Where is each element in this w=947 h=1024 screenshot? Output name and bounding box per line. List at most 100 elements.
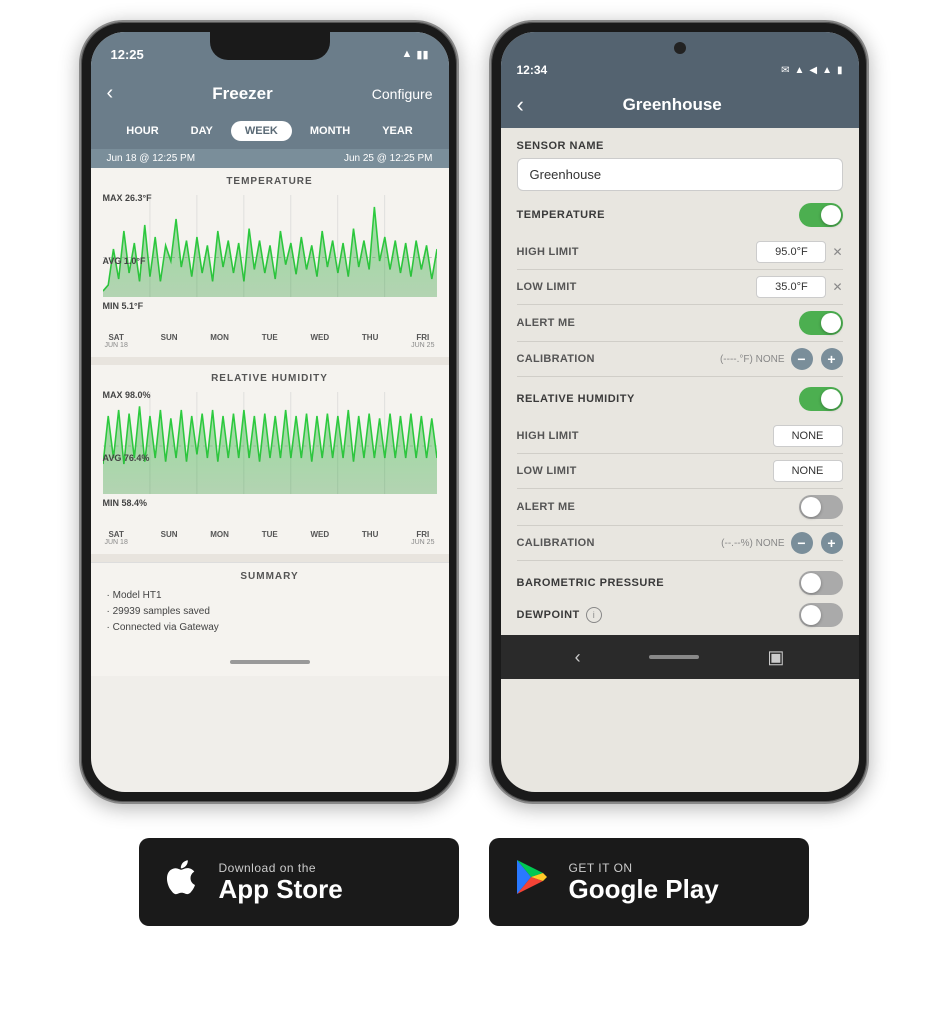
time-hour-button[interactable]: HOUR [112,121,172,141]
rh-low-limit-row: LOW LIMIT NONE [517,454,843,489]
temp-avg-label: AVG 1.0°F [103,256,146,266]
high-limit-value: 95.0°F ✕ [756,241,842,263]
dewpoint-info-icon[interactable]: i [586,607,602,623]
rh-low-limit-box[interactable]: NONE [773,460,843,482]
android-notify-icon: ▲ [794,65,804,76]
temp-chart-label: TEMPERATURE [103,176,437,187]
android-recents-button[interactable]: ▣ [767,647,784,668]
h-day-sun: SUN [161,530,178,546]
time-month-button[interactable]: MONTH [296,121,364,141]
sensor-name-input[interactable] [517,158,843,191]
rh-low-limit-value: NONE [773,460,843,482]
android-back-nav-button[interactable]: ‹ [575,647,581,668]
high-limit-clear[interactable]: ✕ [832,245,842,259]
rh-high-limit-row: HIGH LIMIT NONE [517,419,843,454]
alert-me-toggle[interactable] [799,311,843,335]
rh-calibration-label: CALIBRATION [517,537,595,549]
summary-connected: · Connected via Gateway [107,620,433,636]
android-status-bar: 12:34 ✉ ▲ ◀ ▲ ▮ [501,56,859,84]
temp-min-label: MIN 5.1°F [103,301,144,311]
android-msg-icon: ✉ [781,65,789,76]
rh-calibration-value: (--.--%) NONE − + [721,532,842,554]
android-back-button[interactable]: ‹ [517,92,524,118]
humidity-max-label: MAX 98.0% [103,390,151,400]
low-limit-clear[interactable]: ✕ [832,280,842,294]
high-limit-row: HIGH LIMIT 95.0°F ✕ [517,235,843,270]
time-day-button[interactable]: DAY [177,121,227,141]
summary-model: · Model HT1 [107,588,433,604]
sensor-name-section-label: SENSOR NAME [517,140,843,152]
date-range-bar: Jun 18 @ 12:25 PM Jun 25 @ 12:25 PM [91,149,449,168]
googleplay-sub-label: GET IT ON [569,861,719,875]
barometric-toggle[interactable] [799,571,843,595]
dewpoint-toggle[interactable] [799,603,843,627]
day-sun: SUN [161,333,178,349]
temp-chart-svg [103,195,437,315]
calibration-minus-button[interactable]: − [791,348,813,370]
iphone-nav-bar: ‹ Freezer Configure [91,76,449,115]
android-home-button[interactable] [649,655,699,659]
summary-label: SUMMARY [107,571,433,582]
rh-calibration-plus-button[interactable]: + [821,532,843,554]
summary-samples: · 29939 samples saved [107,604,433,620]
iphone-time: 12:25 [111,47,144,62]
day-thu: THU [362,333,378,349]
store-badges-row: Download on the App Store GET IT ON Goog… [20,838,927,926]
date-end: Jun 25 @ 12:25 PM [344,153,433,164]
googleplay-badge[interactable]: GET IT ON Google Play [489,838,809,926]
appstore-badge[interactable]: Download on the App Store [139,838,459,926]
time-week-button[interactable]: WEEK [231,121,292,141]
humidity-section-label: RELATIVE HUMIDITY [517,393,635,405]
humidity-chart-container: MAX 98.0% AVG 76.4% MIN 58.4% [103,388,437,528]
home-bar [230,660,310,664]
configure-button[interactable]: Configure [372,86,433,102]
time-year-button[interactable]: YEAR [368,121,427,141]
day-wed: WED [310,333,329,349]
rh-high-limit-label: HIGH LIMIT [517,430,579,442]
day-sat: SATJUN 18 [105,333,128,349]
battery-icon: ▮▮ [416,48,428,61]
temp-chart-days: SATJUN 18 SUN MON TUE WED THU [103,333,437,349]
googleplay-name-label: Google Play [569,875,719,904]
temp-max-label: MAX 26.3°F [103,193,152,203]
wifi-icon: ▲ [402,48,413,60]
humidity-toggle[interactable] [799,387,843,411]
rh-high-limit-value: NONE [773,425,843,447]
back-button[interactable]: ‹ [107,82,114,105]
rh-alert-row: ALERT ME [517,489,843,526]
humidity-toggle-row: RELATIVE HUMIDITY [517,387,843,411]
temperature-toggle[interactable] [799,203,843,227]
humidity-avg-label: AVG 76.4% [103,453,150,463]
h-day-mon: MON [210,530,229,546]
appstore-text: Download on the App Store [219,861,343,904]
h-day-tue: TUE [262,530,278,546]
google-play-icon [509,855,553,909]
appstore-sub-label: Download on the [219,861,343,875]
android-battery-icon: ▮ [837,65,843,76]
calibration-plus-button[interactable]: + [821,348,843,370]
low-limit-box[interactable]: 35.0°F [756,276,826,298]
h-day-wed: WED [310,530,329,546]
humidity-chart-svg [103,392,437,512]
iphone-status-icons: ▲ ▮▮ [402,48,429,61]
rh-calibration-minus-button[interactable]: − [791,532,813,554]
h-day-thu: THU [362,530,378,546]
android-nav-bar: ‹ Greenhouse [501,84,859,128]
android-camera-area [501,32,859,56]
android-content-area: SENSOR NAME TEMPERATURE HIGH LIMIT 95.0°… [501,128,859,635]
high-limit-label: HIGH LIMIT [517,246,579,258]
high-limit-box[interactable]: 95.0°F [756,241,826,263]
rh-low-limit-label: LOW LIMIT [517,465,577,477]
temp-chart-container: MAX 26.3°F AVG 1.0°F MIN 5.1°F [103,191,437,331]
appstore-name-label: App Store [219,875,343,904]
calibration-row: CALIBRATION (----.°F) NONE − + [517,342,843,377]
alert-me-label: ALERT ME [517,317,576,329]
day-mon: MON [210,333,229,349]
date-start: Jun 18 @ 12:25 PM [107,153,196,164]
low-limit-row: LOW LIMIT 35.0°F ✕ [517,270,843,305]
humidity-chart-label: RELATIVE HUMIDITY [103,373,437,384]
day-fri: FRIJUN 25 [411,333,434,349]
rh-high-limit-box[interactable]: NONE [773,425,843,447]
humidity-min-label: MIN 58.4% [103,498,148,508]
rh-alert-toggle[interactable] [799,495,843,519]
